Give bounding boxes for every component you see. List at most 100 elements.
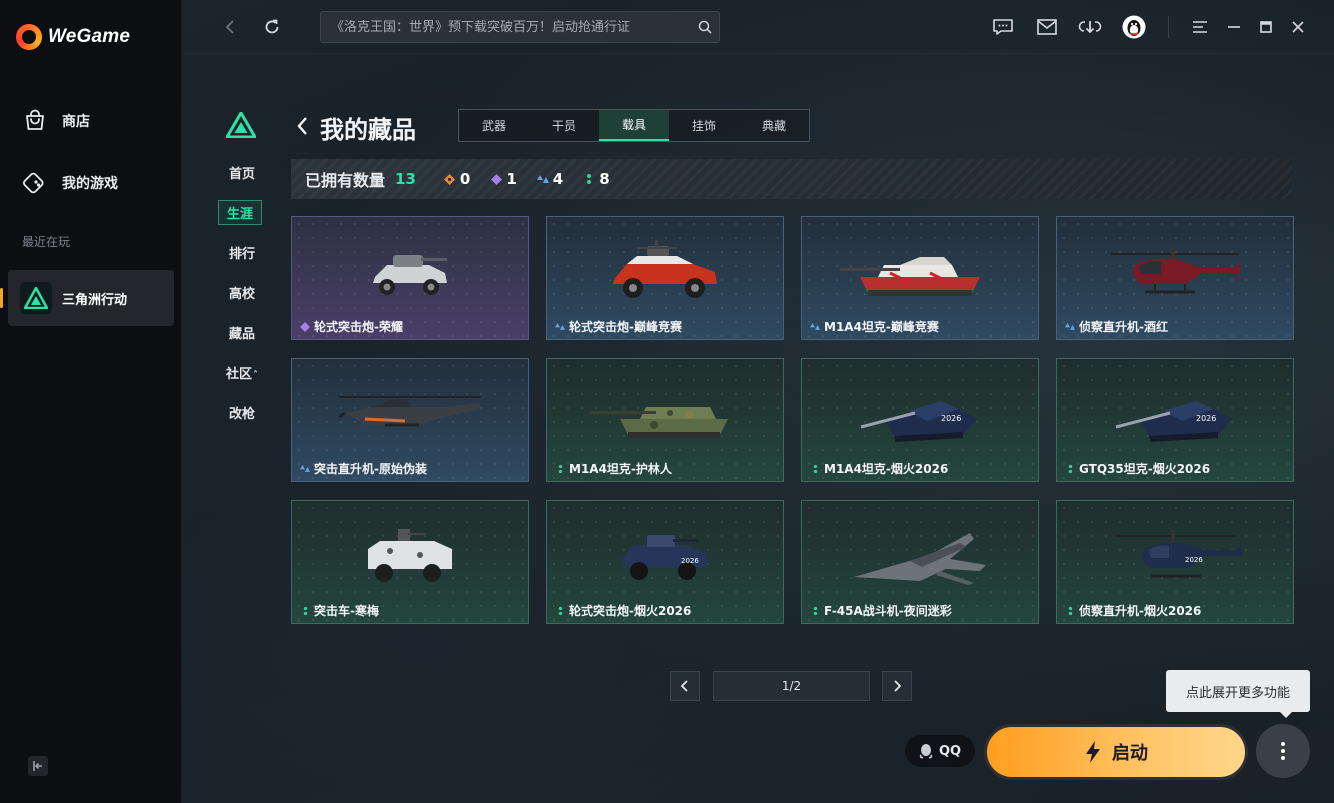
tab-charms[interactable]: 挂饰 — [669, 110, 739, 141]
rarity-count-value: 0 — [459, 170, 471, 188]
recent-label: 最近在玩 — [22, 235, 71, 249]
avatar[interactable] — [1122, 15, 1146, 39]
menu-icon — [1193, 21, 1207, 33]
rarity-count-orange: 0 — [444, 170, 470, 188]
blue-gem-icon — [555, 322, 565, 332]
vehicle-card[interactable]: M1A4坦克-护林人 — [546, 358, 784, 482]
recent-game-delta-force[interactable]: 三角洲行动 — [0, 270, 174, 326]
vehicle-card[interactable]: 2026 GTQ35坦克-烟火2026 — [1056, 358, 1294, 482]
refresh-icon — [265, 19, 279, 34]
vehicle-name: F-45A战斗机-夜间迷彩 — [824, 604, 952, 618]
owned-label: 已拥有数量 — [305, 171, 386, 190]
vehicle-card-label: 轮式突击炮-烟火2026 — [555, 602, 691, 619]
sidebar-item-my-games[interactable]: 我的游戏 — [22, 170, 118, 196]
next-page-button[interactable] — [882, 671, 912, 701]
blue-gem-icon — [810, 322, 820, 332]
collapse-sidebar-button[interactable] — [28, 756, 48, 776]
nav-home[interactable]: 首页 — [222, 163, 262, 182]
tab-weapons[interactable]: 武器 — [459, 110, 529, 141]
vehicle-card[interactable]: M1A4坦克-巅峰竞赛 — [801, 216, 1039, 340]
attack-helicopter-icon — [335, 385, 485, 449]
mail-icon — [1037, 19, 1057, 35]
delta-force-icon — [20, 282, 52, 314]
vehicle-name: 突击车-寒梅 — [314, 604, 379, 618]
maximize-icon — [1260, 21, 1272, 33]
chevron-right-icon — [894, 680, 902, 692]
back-nav-button[interactable] — [220, 17, 240, 37]
nav-community[interactable]: 社区˄ — [226, 363, 272, 382]
nav-gun-mod[interactable]: 改枪 — [222, 403, 262, 422]
minimize-button[interactable] — [1222, 15, 1246, 39]
recent-game-name: 三角洲行动 — [62, 292, 128, 308]
collection-tabs: 武器 干员 载具 挂饰 典藏 — [458, 109, 810, 142]
tank-dark-icon: 2026 — [1110, 383, 1240, 451]
vehicle-card[interactable]: 2026 M1A4坦克-烟火2026 — [801, 358, 1039, 482]
vehicle-card[interactable]: 突击车-寒梅 — [291, 500, 529, 624]
nav-university[interactable]: 高校 — [222, 283, 262, 302]
vehicle-card-label: 侦察直升机-酒红 — [1065, 318, 1168, 335]
purple-gem-icon — [300, 321, 310, 332]
rarity-count-blue: 4 — [536, 170, 563, 188]
maximize-button[interactable] — [1254, 15, 1278, 39]
wegame-logo[interactable]: WeGame — [16, 24, 130, 50]
collapse-icon — [33, 761, 42, 771]
rarity-count-value: 1 — [506, 170, 517, 188]
chevron-left-icon — [225, 20, 234, 34]
left-sidebar: WeGame 商店 我的游戏 最近在玩 三角洲行动 — [0, 0, 182, 803]
refresh-button[interactable] — [262, 17, 282, 37]
nav-career[interactable]: 生涯 — [218, 200, 262, 225]
vehicle-wheeled-icon — [365, 243, 455, 307]
vehicle-card[interactable]: 2026 侦察直升机-烟火2026 — [1056, 500, 1294, 624]
launch-button[interactable]: 启动 — [984, 724, 1248, 780]
chevron-up-icon: ˄ — [253, 370, 259, 381]
search-icon[interactable] — [691, 12, 719, 42]
vehicle-name: 轮式突击炮-巅峰竞赛 — [569, 320, 682, 334]
blue-gem-icon — [1065, 322, 1075, 332]
vehicle-card[interactable]: 2026 轮式突击炮-烟火2026 — [546, 500, 784, 624]
page-title: 我的藏品 — [320, 116, 416, 144]
tab-vault[interactable]: 典藏 — [739, 110, 809, 141]
prev-page-button[interactable] — [670, 671, 700, 701]
qq-penguin-icon — [919, 744, 933, 759]
sidebar-item-store[interactable]: 商店 — [22, 108, 90, 134]
vehicle-card[interactable]: 侦察直升机-酒红 — [1056, 216, 1294, 340]
vehicle-name: 突击直升机-原始伪装 — [314, 462, 427, 476]
tab-vehicles[interactable]: 载具 — [599, 110, 669, 141]
green-gem-icon — [555, 606, 565, 616]
nav-ranking[interactable]: 排行 — [222, 243, 262, 262]
svg-text:2026: 2026 — [1196, 414, 1216, 423]
tab-operators[interactable]: 干员 — [529, 110, 599, 141]
chevron-left-icon — [297, 117, 307, 135]
download-button[interactable] — [1078, 15, 1102, 39]
vehicle-card-label: 轮式突击炮-巅峰竞赛 — [555, 318, 682, 335]
vehicle-card[interactable]: 轮式突击炮-巅峰竞赛 — [546, 216, 784, 340]
vehicle-card[interactable]: 突击直升机-原始伪装 — [291, 358, 529, 482]
menu-button[interactable] — [1188, 15, 1212, 39]
vehicle-card-label: GTQ35坦克-烟火2026 — [1065, 460, 1210, 477]
assault-vehicle-icon — [360, 525, 460, 593]
mail-button[interactable] — [1035, 15, 1059, 39]
green-gem-icon — [555, 464, 565, 474]
search-input[interactable] — [331, 19, 691, 35]
vehicle-card[interactable]: F-45A战斗机-夜间迷彩 — [801, 500, 1039, 624]
vehicle-card-label: F-45A战斗机-夜间迷彩 — [810, 602, 952, 619]
tank-camo-icon — [590, 385, 740, 449]
rarity-count-value: 8 — [599, 170, 610, 188]
rarity-count-purple: 1 — [490, 170, 517, 188]
nav-collection[interactable]: 藏品 — [222, 323, 262, 342]
vehicle-card-label: 侦察直升机-烟火2026 — [1065, 602, 1201, 619]
close-button[interactable] — [1286, 15, 1310, 39]
vehicle-card-label: M1A4坦克-巅峰竞赛 — [810, 318, 939, 335]
qq-penguin-avatar-icon — [1122, 15, 1146, 39]
vehicle-card[interactable]: 轮式突击炮-荣耀 — [291, 216, 529, 340]
green-gem-icon — [583, 173, 595, 185]
more-options-button[interactable] — [1256, 724, 1310, 778]
search-box — [320, 11, 720, 43]
nav-community-label: 社区 — [226, 367, 253, 382]
qq-label: QQ — [938, 743, 962, 759]
page-back-button[interactable] — [292, 114, 312, 138]
delta-force-logo-icon[interactable] — [224, 110, 258, 142]
chat-button[interactable] — [991, 15, 1015, 39]
toolbar-divider — [1168, 16, 1169, 38]
qq-login-button[interactable]: QQ — [905, 735, 975, 767]
